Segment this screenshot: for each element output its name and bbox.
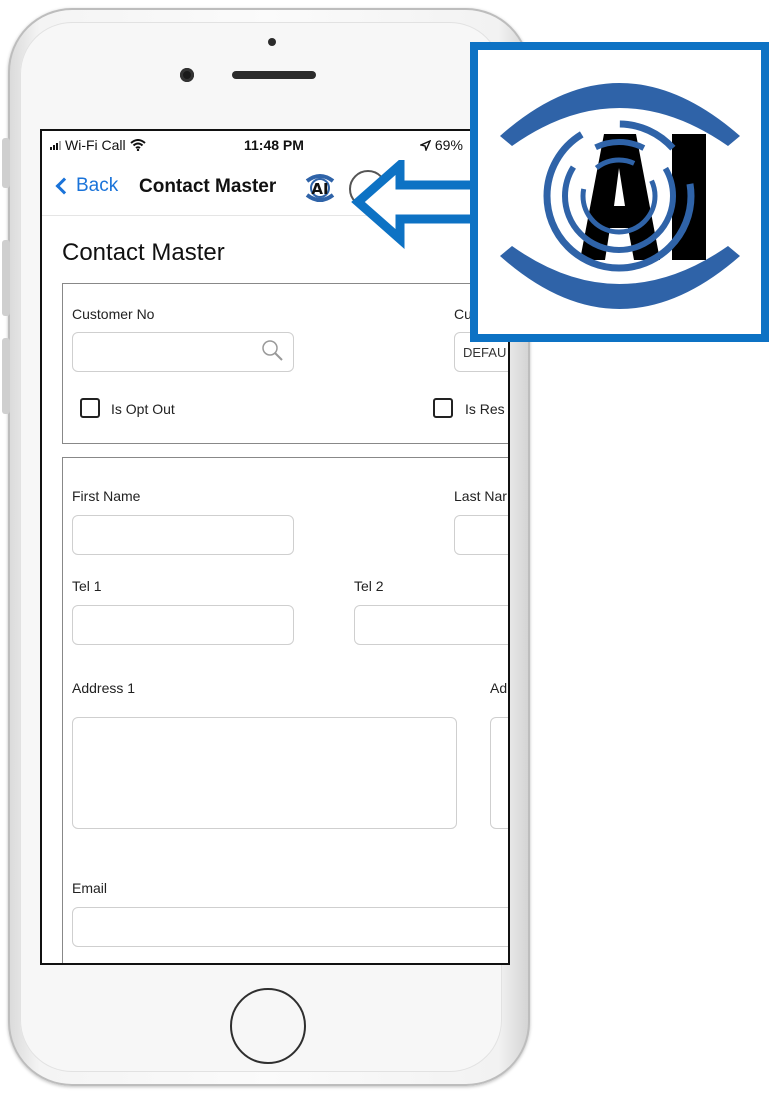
tel1-field[interactable] bbox=[72, 605, 294, 645]
first-name-label: First Name bbox=[72, 488, 141, 504]
svg-text:AI: AI bbox=[311, 180, 328, 198]
phone-screen: Wi-Fi Call 11:48 PM 69% Back Contact Mas… bbox=[40, 129, 510, 965]
is-res-label: Is Res bbox=[465, 401, 505, 417]
battery-percent: 69% bbox=[434, 137, 463, 153]
address2-label: Ad bbox=[490, 680, 508, 696]
volume-down-button bbox=[2, 338, 10, 414]
tel2-field[interactable] bbox=[354, 605, 508, 645]
address1-field[interactable] bbox=[72, 717, 457, 829]
contact-panel: First Name Last Nar Tel 1 Tel 2 Address … bbox=[62, 457, 508, 963]
customer-panel: Customer No Cu DEFAU Is Opt Out Is Res bbox=[62, 283, 508, 444]
ai-logo-icon[interactable]: AI bbox=[303, 171, 337, 205]
address1-label: Address 1 bbox=[72, 680, 136, 696]
status-left: Wi-Fi Call bbox=[50, 137, 146, 153]
callout-arrow-icon bbox=[351, 160, 470, 249]
tel1-label: Tel 1 bbox=[72, 578, 102, 594]
volume-up-button bbox=[2, 240, 10, 316]
customer-no-field[interactable] bbox=[72, 332, 294, 372]
carrier-label: Wi-Fi Call bbox=[65, 137, 126, 153]
email-field[interactable] bbox=[72, 907, 508, 947]
location-arrow-icon bbox=[418, 139, 432, 153]
is-opt-out-checkbox[interactable] bbox=[80, 398, 100, 418]
is-res-checkbox[interactable] bbox=[433, 398, 453, 418]
back-button[interactable]: Back bbox=[54, 175, 118, 197]
home-button[interactable] bbox=[230, 988, 306, 1064]
ai-logo-callout: AI bbox=[470, 42, 769, 342]
email-label: Email bbox=[72, 880, 108, 896]
chevron-left-icon bbox=[55, 177, 73, 195]
signal-icon bbox=[50, 140, 61, 150]
earpiece-speaker bbox=[232, 71, 316, 79]
back-label: Back bbox=[76, 175, 119, 196]
tel2-label: Tel 2 bbox=[354, 578, 384, 594]
proximity-sensor bbox=[268, 38, 276, 46]
first-name-field[interactable] bbox=[72, 515, 294, 555]
search-icon[interactable] bbox=[261, 339, 283, 361]
status-bar: Wi-Fi Call 11:48 PM 69% bbox=[42, 131, 508, 159]
is-opt-out-label: Is Opt Out bbox=[111, 401, 175, 417]
nav-title: Contact Master bbox=[139, 176, 277, 197]
last-name-label: Last Nar bbox=[454, 488, 507, 504]
status-right: 69% bbox=[418, 137, 463, 153]
customer-no-label: Customer No bbox=[72, 306, 155, 322]
wifi-icon bbox=[130, 139, 146, 151]
customer-type-value: DEFAU bbox=[463, 345, 507, 360]
mute-switch bbox=[2, 138, 10, 188]
last-name-field[interactable] bbox=[454, 515, 508, 555]
address2-field[interactable] bbox=[490, 717, 508, 829]
status-time: 11:48 PM bbox=[244, 137, 304, 153]
page-title: Contact Master bbox=[62, 239, 225, 266]
ai-logo-large-icon: AI bbox=[500, 83, 740, 309]
front-camera bbox=[180, 68, 194, 82]
